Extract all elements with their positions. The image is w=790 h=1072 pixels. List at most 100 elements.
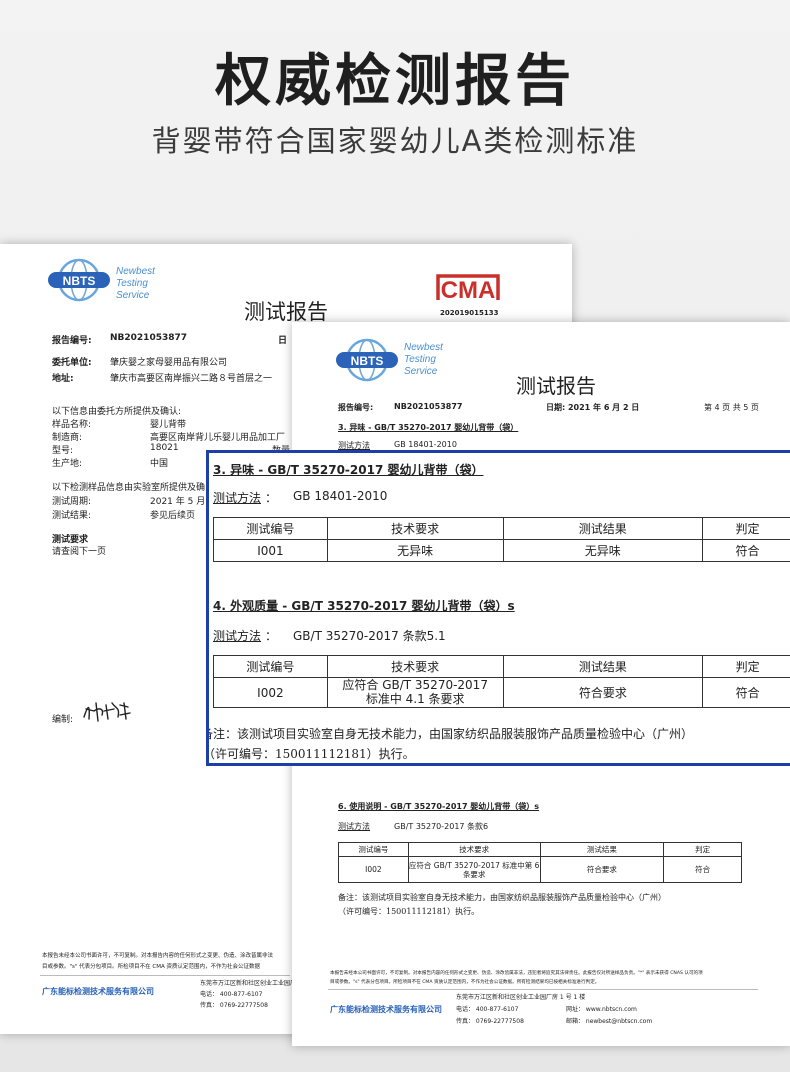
cell-result: 无异味 bbox=[502, 539, 704, 562]
table-row: I002 应符合 GB/T 35270-2017 标准中第 6 条要求 符合要求… bbox=[338, 856, 742, 883]
cma-mark: CMA bbox=[441, 277, 496, 304]
footer-divider bbox=[40, 975, 290, 976]
cell-test-no: I001 bbox=[213, 539, 328, 562]
model-label: 型号: bbox=[52, 446, 74, 456]
editor-label: 编制: bbox=[52, 715, 74, 725]
col-test-no: 测试编号 bbox=[213, 517, 328, 540]
table-header-row: 测试编号 技术要求 测试结果 判定 bbox=[213, 655, 790, 678]
report-1-date-label: 日 bbox=[278, 336, 288, 346]
section-4-method: GB/T 35270-2017 条款5.1 bbox=[293, 629, 446, 643]
section-6-note-1: 备注：该测试项目实验室自身无技术能力，由国家纺织品服装服饰产品质量检验中心（广州… bbox=[338, 893, 666, 902]
col-requirement: 技术要求 bbox=[407, 842, 541, 857]
page-title: 权威检测报告 bbox=[215, 49, 575, 114]
logo-wordmark: Newbest Testing Service bbox=[116, 266, 155, 302]
report-2-title: 测试报告 bbox=[516, 374, 596, 398]
sample-label: 样品名称: bbox=[52, 420, 92, 430]
report-2-phone: 电话： 400-877-6107 bbox=[456, 1006, 519, 1013]
section-4-title: 4. 外观质量 - GB/T 35270-2017 婴幼儿背带（袋）s bbox=[213, 599, 515, 613]
zoomed-detail-panel: 3. 异味 - GB/T 35270-2017 婴幼儿背带（袋） 测试方法 ： … bbox=[206, 450, 790, 766]
report-2-section-3-method: GB 18401-2010 bbox=[394, 440, 457, 449]
nbts-abbr: NBTS bbox=[63, 274, 96, 288]
section-6-title: 6. 使用说明 - GB/T 35270-2017 婴幼儿背带（袋）s bbox=[338, 802, 540, 811]
section-3-table: 测试编号 技术要求 测试结果 判定 I001 无异味 无异味 符合 bbox=[213, 517, 790, 562]
report-2-no-label: 报告编号: bbox=[338, 403, 374, 412]
section-3-colon: ： bbox=[265, 491, 278, 505]
cell-test-no: I002 bbox=[338, 856, 409, 883]
note-line-2: （许可编号：150011112181）执行。 bbox=[206, 747, 415, 761]
report-1-no-label: 报告编号: bbox=[52, 336, 92, 346]
logo-line-3: Service bbox=[116, 290, 150, 301]
period-label: 测试周期: bbox=[52, 497, 92, 507]
report-1-no: NB2021053877 bbox=[110, 333, 188, 343]
report-1-fax: 传真： 0769-22777508 bbox=[200, 1002, 268, 1009]
section-3-method-label: 测试方法 bbox=[213, 491, 262, 505]
sample-value: 婴儿背带 bbox=[150, 420, 187, 430]
report-2-no: NB2021053877 bbox=[394, 402, 463, 411]
table-row: I002 应符合 GB/T 35270-2017 标准中 4.1 条要求 符合要… bbox=[213, 677, 790, 708]
report-2-date: 日期: 2021 年 6 月 2 日 bbox=[546, 403, 640, 412]
nbts-logo: NBTS Newbest Testing Service bbox=[46, 258, 155, 306]
cell-verdict: 符合 bbox=[663, 856, 742, 883]
col-test-no: 测试编号 bbox=[213, 655, 328, 678]
logo-2-line-2: Testing bbox=[404, 354, 436, 365]
client-value: 肇庆婴之家母婴用品有限公司 bbox=[110, 358, 228, 368]
result-label: 测试结果: bbox=[52, 511, 92, 521]
col-verdict: 判定 bbox=[702, 517, 790, 540]
col-verdict: 判定 bbox=[702, 655, 790, 678]
result-value: 参见后续页 bbox=[150, 511, 196, 521]
cell-test-no: I002 bbox=[213, 677, 328, 708]
report-2-section-3-title: 3. 异味 - GB/T 35270-2017 婴幼儿背带（袋） bbox=[338, 423, 519, 432]
section-6-note-2: （许可编号：150011112181）执行。 bbox=[338, 907, 480, 916]
cma-stamp: CMA bbox=[434, 270, 502, 308]
section-4-method-label: 测试方法 bbox=[213, 629, 262, 643]
report-2-page: 第 4 页 共 5 页 bbox=[704, 403, 759, 412]
col-requirement: 技术要求 bbox=[326, 517, 504, 540]
origin-label: 生产地: bbox=[52, 459, 83, 469]
table-header-row: 测试编号 技术要求 测试结果 判定 bbox=[338, 842, 742, 857]
cell-verdict: 符合 bbox=[702, 677, 790, 708]
report-2-fax: 传真： 0769-22777508 bbox=[456, 1018, 524, 1025]
logo-2-line-3: Service bbox=[404, 366, 438, 377]
cell-result: 符合要求 bbox=[539, 856, 665, 883]
info-intro: 以下信息由委托方所提供及确认: bbox=[52, 407, 182, 417]
report-1-company: 广东能标检测技术服务有限公司 bbox=[42, 987, 154, 996]
section-6-method: GB/T 35270-2017 条款6 bbox=[394, 822, 489, 831]
nbts-logo-2: NBTS Newbest Testing Service bbox=[334, 338, 443, 386]
nbts-globe-icon-2: NBTS bbox=[336, 338, 398, 382]
cell-requirement: 应符合 GB/T 35270-2017 标准中 4.1 条要求 bbox=[326, 677, 504, 708]
requirement-line-2: 标准中 4.1 条要求 bbox=[365, 691, 465, 706]
report-2-mail: 邮箱： newbest@nbtscn.com bbox=[566, 1018, 653, 1025]
section-6-table: 测试编号 技术要求 测试结果 判定 I002 应符合 GB/T 35270-20… bbox=[338, 842, 742, 883]
section-3-title: 3. 异味 - GB/T 35270-2017 婴幼儿背带（袋） bbox=[213, 463, 484, 477]
signature-icon bbox=[83, 702, 131, 722]
report-2-address: 东莞市万江区新和社区创业工业园厂房 1 号 1 楼 bbox=[456, 994, 586, 1001]
cma-logo-icon: CMA bbox=[436, 274, 500, 304]
client-label: 委托单位: bbox=[52, 358, 92, 368]
maker-value: 高要区南岸背儿乐婴儿用品加工厂 bbox=[150, 433, 286, 443]
report-2-company: 广东能标检测技术服务有限公司 bbox=[330, 1005, 442, 1014]
section-4-colon: ： bbox=[265, 629, 278, 643]
section-3-method: GB 18401-2010 bbox=[293, 489, 388, 503]
note-line-1: 备注：该测试项目实验室自身无技术能力，由国家纺织品服装服饰产品质量检验中心（广州… bbox=[206, 727, 694, 741]
section-6-method-label: 测试方法 bbox=[338, 822, 370, 831]
col-result: 测试结果 bbox=[539, 842, 665, 857]
cma-number: 202019015133 bbox=[440, 309, 499, 317]
address-value: 肇庆市高要区南岸振兴二路８号首层之一 bbox=[110, 374, 273, 384]
address-label: 地址: bbox=[52, 374, 74, 384]
report-1-footnote-2: 目或参数。"s" 代表分包项目。所检项目不在 CMA 资质认定范围内，不作为社会… bbox=[42, 964, 261, 970]
maker-label: 制造商: bbox=[52, 433, 83, 443]
report-2-web: 网址： www.nbtscn.com bbox=[566, 1006, 637, 1013]
cell-requirement: 应符合 GB/T 35270-2017 标准中第 6 条要求 bbox=[407, 856, 541, 883]
cell-verdict: 符合 bbox=[702, 539, 790, 562]
report-2-footnote-1: 本报告未经本公司书面许可，不可复制。对本报告内容的任何形式之变更、伪造、涂改皆属… bbox=[330, 971, 703, 976]
col-test-no: 测试编号 bbox=[338, 842, 409, 857]
section-4-table: 测试编号 技术要求 测试结果 判定 I002 应符合 GB/T 35270-20… bbox=[213, 655, 790, 708]
cell-result: 符合要求 bbox=[502, 677, 704, 708]
col-verdict: 判定 bbox=[663, 842, 742, 857]
report-1-address: 东莞市万江区新和社区创业工业园厂 bbox=[200, 980, 297, 987]
table-header-row: 测试编号 技术要求 测试结果 判定 bbox=[213, 517, 790, 540]
logo-line-2: Testing bbox=[116, 278, 148, 289]
model-value: 18021 bbox=[150, 443, 179, 453]
table-row: I001 无异味 无异味 符合 bbox=[213, 539, 790, 562]
logo-2-line-1: Newbest bbox=[404, 342, 443, 353]
